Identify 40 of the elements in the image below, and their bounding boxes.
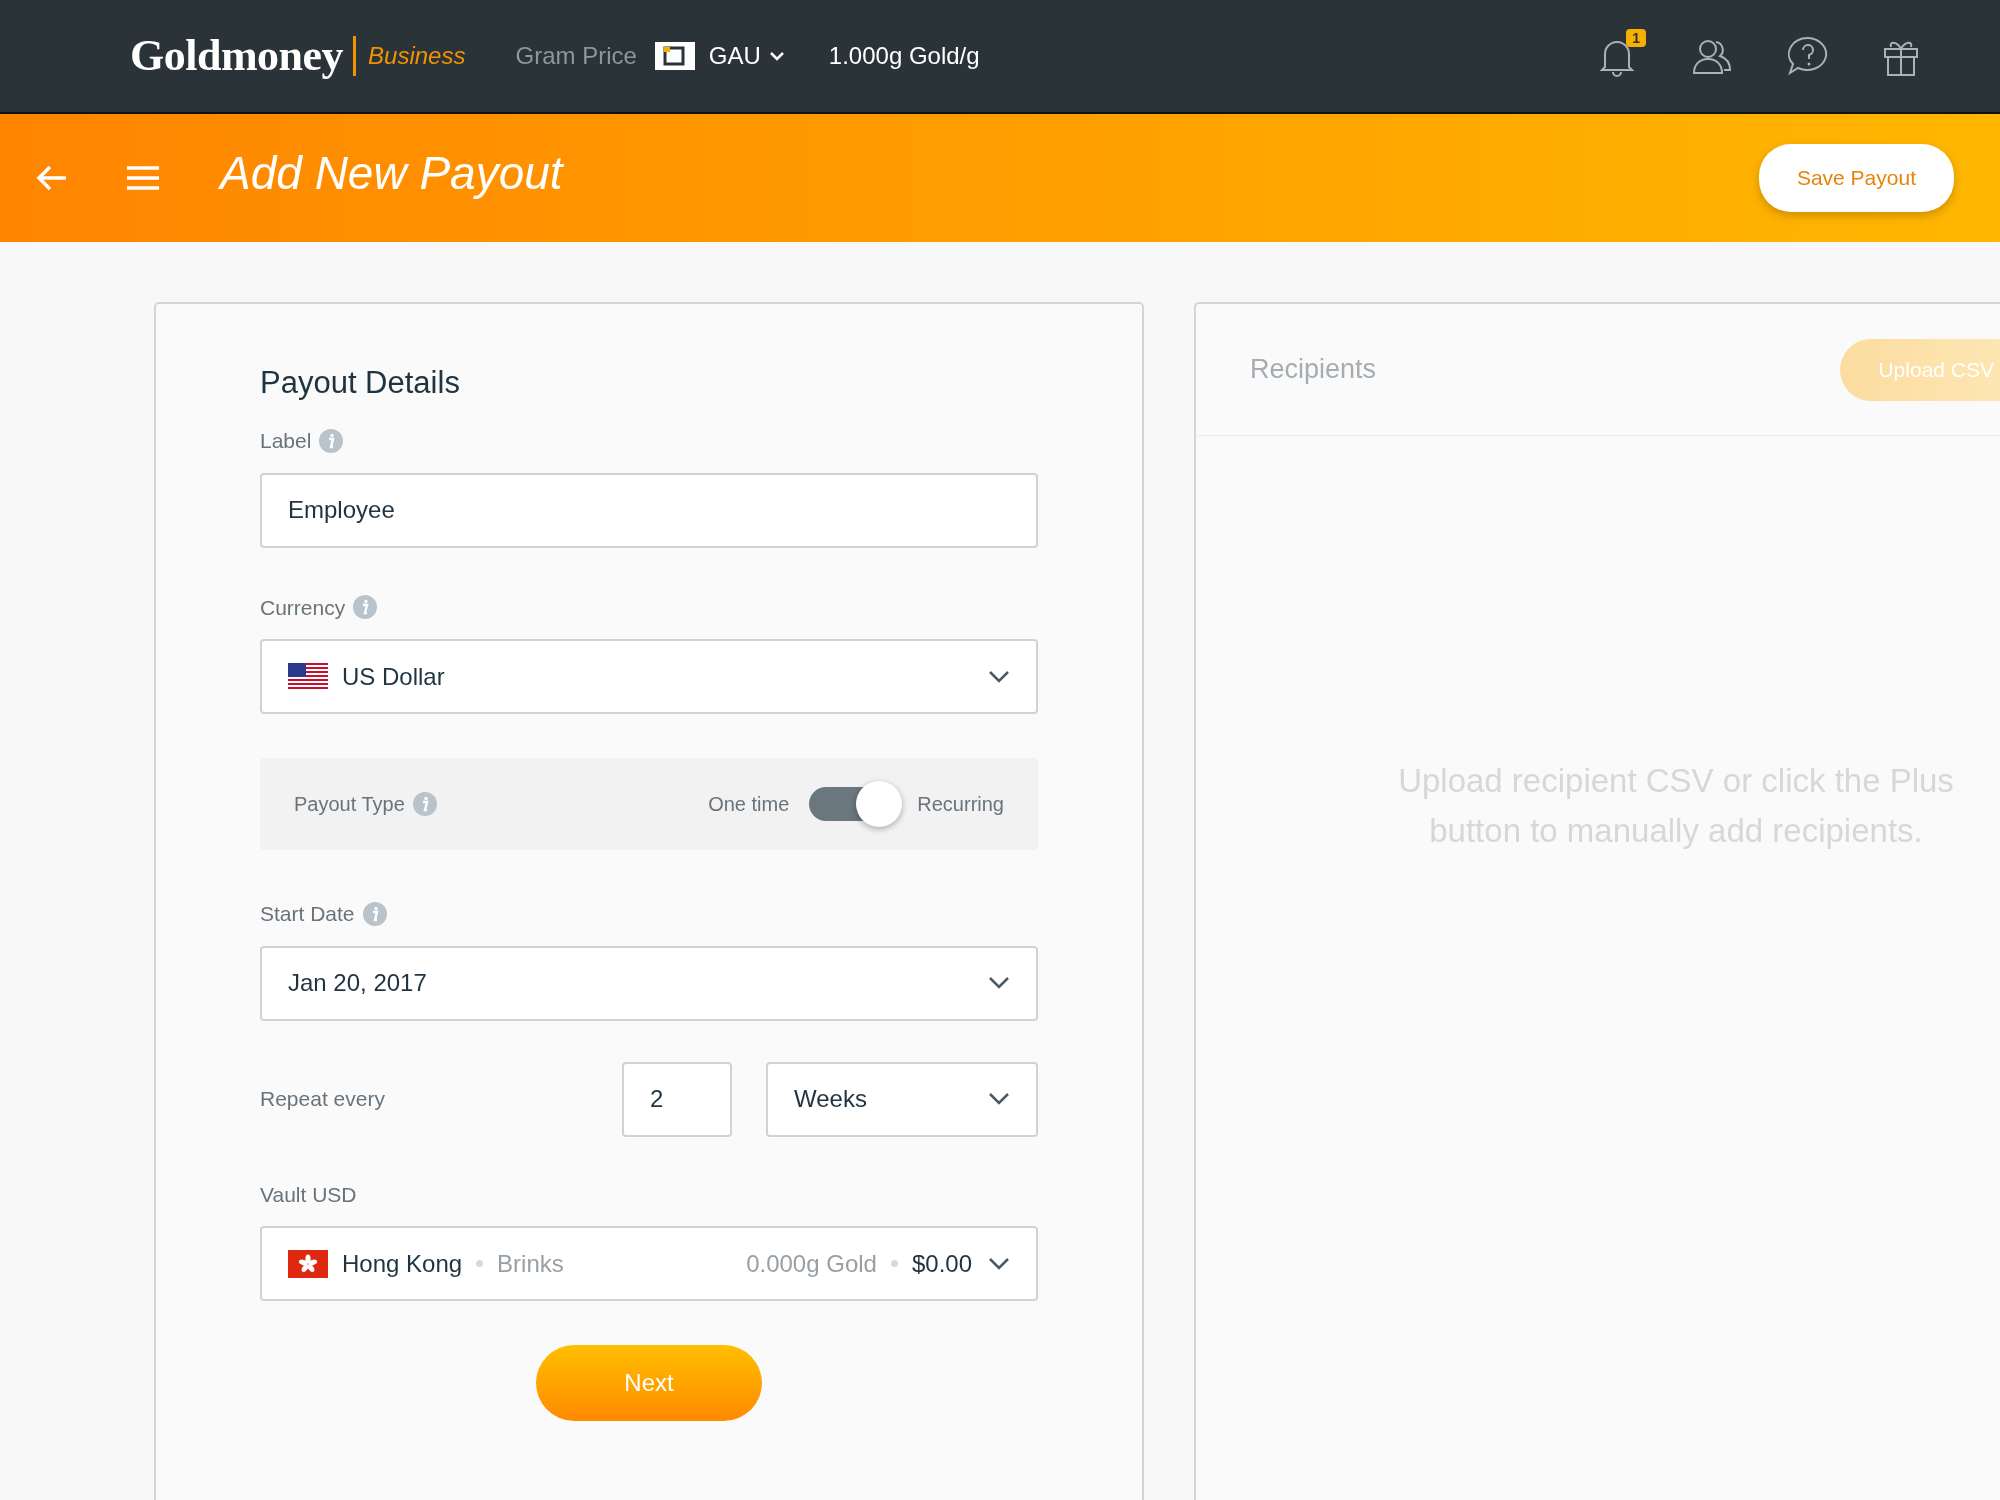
chevron-down-icon <box>988 669 1010 684</box>
logo: Goldmoney <box>130 30 344 82</box>
field-label: Start Date <box>260 901 355 928</box>
field-label: Vault USD <box>260 1181 357 1208</box>
vault-select[interactable]: Hong Kong Brinks 0.000g Gold $0.00 <box>260 1226 1038 1302</box>
back-arrow-icon[interactable] <box>36 164 68 192</box>
info-icon[interactable] <box>319 428 344 453</box>
section-title: Recipients <box>1250 353 1377 387</box>
help-icon[interactable] <box>1786 35 1830 77</box>
field-label: Repeat every <box>260 1086 385 1113</box>
gram-price: 1.000g Gold/g <box>828 41 980 71</box>
currency-dropdown[interactable]: GAU <box>708 38 785 74</box>
chevron-down-icon <box>988 1092 1010 1107</box>
chevron-down-icon <box>988 1256 1010 1271</box>
flag-icon <box>288 1249 328 1278</box>
section-title: Payout Details <box>260 364 461 402</box>
chevron-down-icon <box>768 51 785 61</box>
info-icon[interactable] <box>353 595 378 620</box>
field-label: Currency <box>260 594 346 621</box>
logo-subtitle: Business <box>368 41 466 71</box>
flag-icon <box>288 662 328 691</box>
separator-dot <box>890 1260 898 1268</box>
field-label: Payout Type <box>294 792 405 818</box>
menu-icon[interactable] <box>126 165 160 191</box>
page-title: Add New Payout <box>220 146 563 202</box>
toggle-option-label: Recurring <box>917 792 1004 818</box>
field-label: Label <box>260 428 312 455</box>
currency-select[interactable]: US Dollar <box>260 639 1038 715</box>
start-date-select[interactable]: Jan 20, 2017 <box>260 945 1038 1021</box>
info-icon[interactable] <box>412 792 437 817</box>
payout-type-toggle[interactable] <box>807 780 904 829</box>
notification-badge: 1 <box>1626 29 1646 47</box>
info-icon[interactable] <box>362 901 387 926</box>
gram-price-label: Gram Price <box>515 41 637 71</box>
chevron-down-icon <box>988 976 1010 991</box>
repeat-count-field[interactable]: 2 <box>622 1061 732 1137</box>
label-input-field[interactable]: Employee <box>260 472 1038 548</box>
separator-dot <box>476 1260 484 1268</box>
toggle-option-label: One time <box>708 792 790 818</box>
repeat-unit-select[interactable]: Weeks <box>766 1061 1038 1137</box>
